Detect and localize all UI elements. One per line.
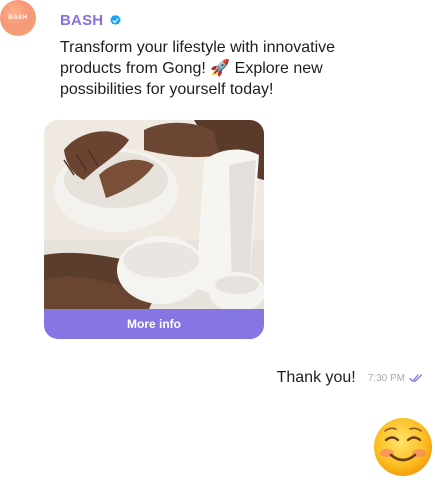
verified-badge-icon	[110, 14, 121, 25]
product-card[interactable]: More info	[44, 120, 264, 339]
sender-header: BASH	[60, 12, 122, 29]
sender-avatar[interactable]: BASH	[0, 0, 36, 36]
product-image[interactable]	[44, 120, 264, 309]
double-check-icon	[409, 374, 423, 382]
sender-name[interactable]: BASH	[60, 12, 103, 29]
smiling-face-emoji-icon	[374, 418, 432, 476]
outgoing-message: Thank you! 7:30 PM	[277, 369, 423, 387]
avatar-label: BASH	[8, 15, 28, 21]
incoming-message-text: Transform your lifestyle with innovative…	[60, 39, 336, 98]
outgoing-message-text: Thank you!	[276, 369, 356, 386]
more-info-button[interactable]: More info	[44, 309, 264, 339]
message-timestamp: 7:30 PM	[367, 372, 405, 384]
